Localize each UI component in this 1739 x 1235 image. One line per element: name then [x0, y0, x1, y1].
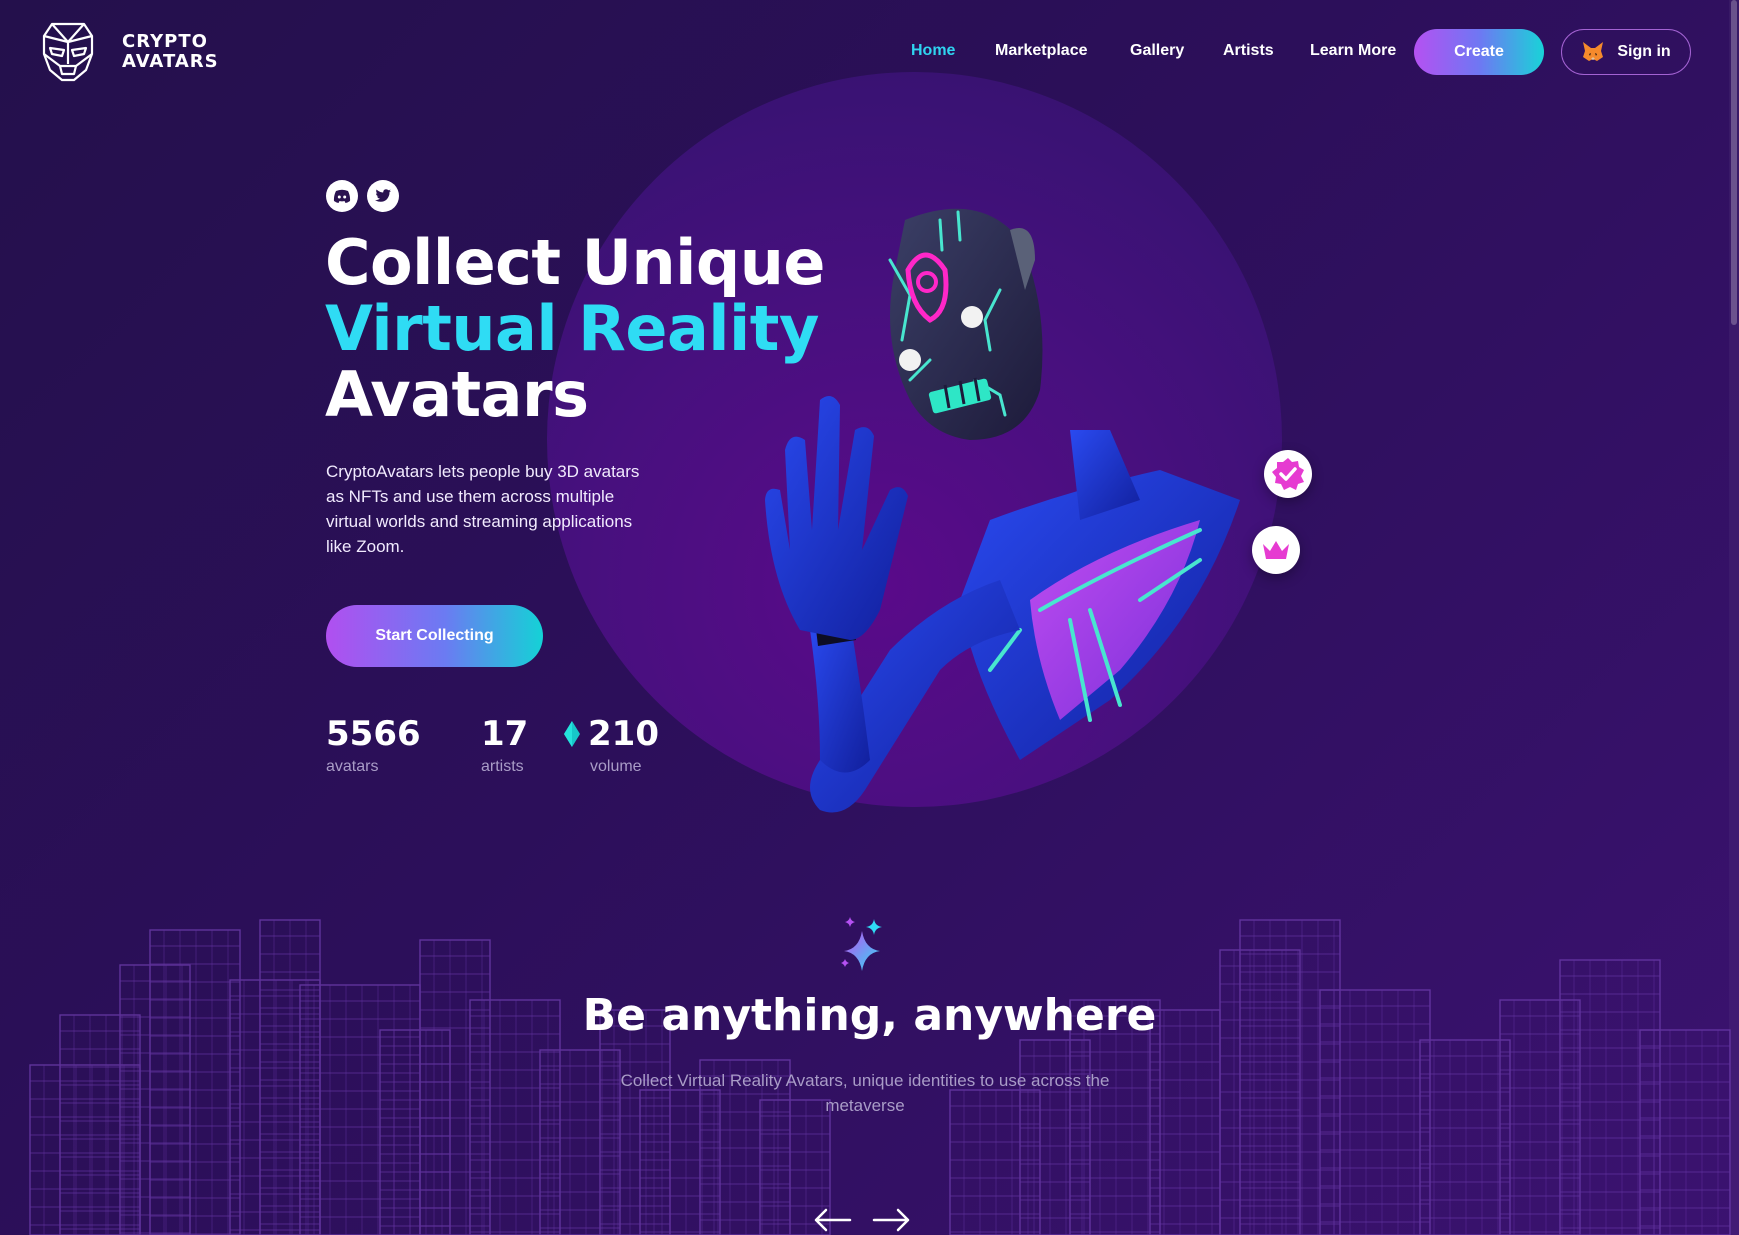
stat-artists-value: 17 — [481, 714, 529, 754]
robot-avatar-illustration — [765, 208, 1240, 813]
twitter-icon — [375, 189, 391, 202]
sign-in-button[interactable]: Sign in — [1561, 29, 1691, 75]
sign-in-label: Sign in — [1617, 43, 1671, 60]
hero-description: CryptoAvatars lets people buy 3D avatars… — [326, 462, 640, 556]
arrow-left-icon[interactable] — [812, 1205, 852, 1235]
start-collecting-label: Start Collecting — [375, 627, 494, 644]
nav-home[interactable]: Home — [911, 42, 955, 60]
ethereum-icon — [564, 721, 580, 747]
create-button-label: Create — [1454, 43, 1504, 60]
nav-learn-more[interactable]: Learn More — [1310, 42, 1396, 60]
stat-artists-label: artists — [481, 758, 524, 775]
start-collecting-button[interactable]: Start Collecting — [326, 605, 543, 667]
create-button[interactable]: Create — [1414, 29, 1544, 75]
crown-icon — [1263, 541, 1289, 559]
verified-badge[interactable] — [1264, 450, 1312, 498]
nav-marketplace[interactable]: Marketplace — [995, 42, 1088, 60]
stat-avatars-value: 5566 — [326, 714, 421, 754]
verified-icon — [1272, 458, 1304, 490]
stat-avatars-label: avatars — [326, 758, 379, 775]
metamask-fox-icon — [1583, 42, 1604, 61]
sparkle-icon — [841, 917, 882, 971]
section-subtitle: Collect Virtual Reality Avatars, unique … — [620, 1071, 1110, 1115]
nav-gallery[interactable]: Gallery — [1130, 42, 1184, 60]
arrow-right-icon[interactable] — [872, 1205, 912, 1235]
discord-icon — [333, 189, 351, 203]
social-links — [326, 180, 399, 212]
twitter-link[interactable] — [367, 180, 399, 212]
nav-artists[interactable]: Artists — [1223, 42, 1274, 60]
stat-artists: 17 artists — [481, 714, 528, 776]
crown-badge[interactable] — [1252, 526, 1300, 574]
stat-avatars: 5566 avatars — [326, 714, 421, 776]
section-title: Be anything, anywhere — [582, 990, 1157, 1041]
discord-link[interactable] — [326, 180, 358, 212]
